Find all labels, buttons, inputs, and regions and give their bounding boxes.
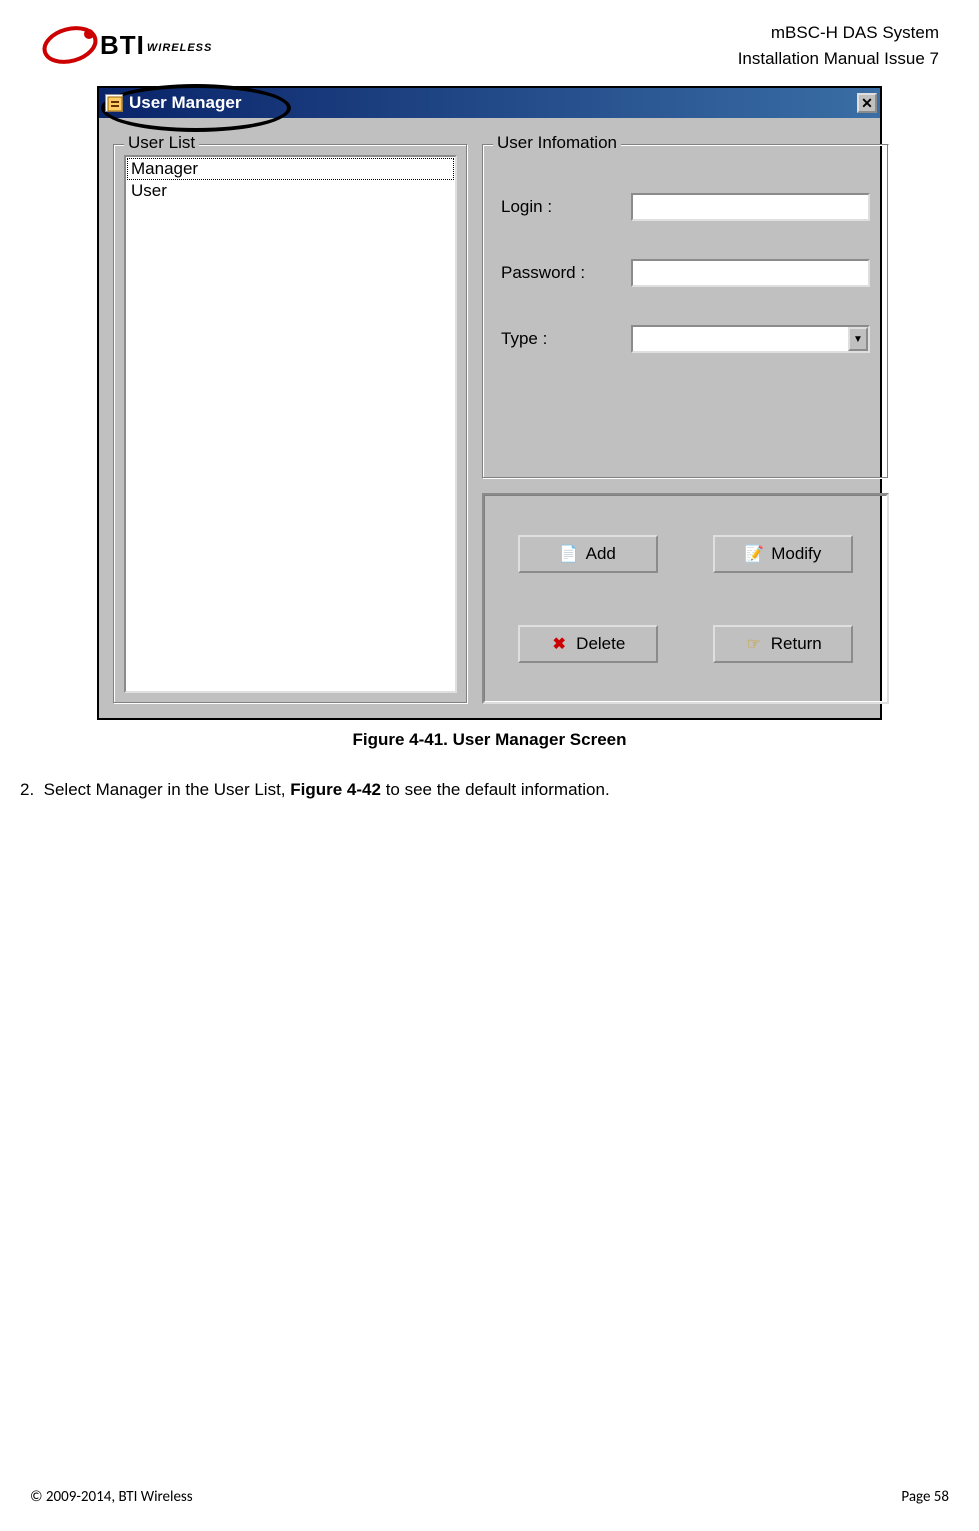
add-label: Add [586,544,616,564]
doc-title: mBSC-H DAS System [738,20,939,46]
button-grid: 📄 Add 📝 Modify ✖ Delete ☞ Return [484,495,887,702]
delete-label: Delete [576,634,625,654]
logo: BTIWIRELESS [40,20,212,70]
step-pre: Select Manager in the User List, [44,780,291,799]
user-list-fieldset: User List Manager User [113,144,468,704]
user-info-legend: User Infomation [493,133,621,153]
return-label: Return [771,634,822,654]
step-post: to see the default information. [381,780,610,799]
header-right: mBSC-H DAS System Installation Manual Is… [738,20,939,71]
titlebar: User Manager ✕ [99,88,880,118]
doc-subtitle: Installation Manual Issue 7 [738,46,939,72]
delete-icon: ✖ [550,635,568,653]
return-button[interactable]: ☞ Return [713,625,853,663]
copyright: © 2009-2014, BTI Wireless [30,1488,193,1506]
type-combobox[interactable]: ▼ [631,325,870,353]
modify-button[interactable]: 📝 Modify [713,535,853,573]
list-item[interactable]: Manager [127,158,454,180]
step-ref: Figure 4-42 [290,780,381,799]
app-icon [105,94,123,112]
user-manager-window: User Manager ✕ User List Manager User Us… [97,86,882,720]
dialog-body: User List Manager User User Infomation L… [99,118,880,718]
add-icon: 📄 [560,545,578,563]
page-footer: © 2009-2014, BTI Wireless Page 58 [30,1488,949,1506]
login-label: Login : [501,197,631,217]
type-row: Type : ▼ [501,325,870,353]
user-list-legend: User List [124,133,199,153]
button-panel: 📄 Add 📝 Modify ✖ Delete ☞ Return [482,493,889,704]
list-item[interactable]: User [127,180,454,202]
page-number: Page 58 [901,1488,949,1506]
return-icon: ☞ [745,635,763,653]
step-text: 2. Select Manager in the User List, Figu… [20,780,939,800]
password-input[interactable] [631,259,870,287]
type-input[interactable] [633,327,848,351]
delete-button[interactable]: ✖ Delete [518,625,658,663]
user-info-fieldset: User Infomation Login : Password : Type … [482,144,889,479]
user-list[interactable]: Manager User [124,155,457,693]
modify-label: Modify [771,544,821,564]
login-row: Login : [501,193,870,221]
password-row: Password : [501,259,870,287]
figure-caption: Figure 4-41. User Manager Screen [40,730,939,750]
step-num: 2. [20,780,34,799]
modify-icon: 📝 [745,545,763,563]
logo-sub: WIRELESS [147,42,212,54]
logo-main: BTI [100,30,145,60]
password-label: Password : [501,263,631,283]
right-column: User Infomation Login : Password : Type … [482,144,889,704]
add-button[interactable]: 📄 Add [518,535,658,573]
close-button[interactable]: ✕ [857,93,877,113]
close-icon: ✕ [861,95,873,112]
type-label: Type : [501,329,631,349]
login-input[interactable] [631,193,870,221]
page-header: BTIWIRELESS mBSC-H DAS System Installati… [40,20,939,71]
window-title: User Manager [129,93,241,113]
logo-text: BTIWIRELESS [100,30,212,61]
titlebar-left: User Manager [102,93,241,113]
chevron-down-icon[interactable]: ▼ [848,327,868,351]
logo-swoosh-icon [40,20,100,70]
